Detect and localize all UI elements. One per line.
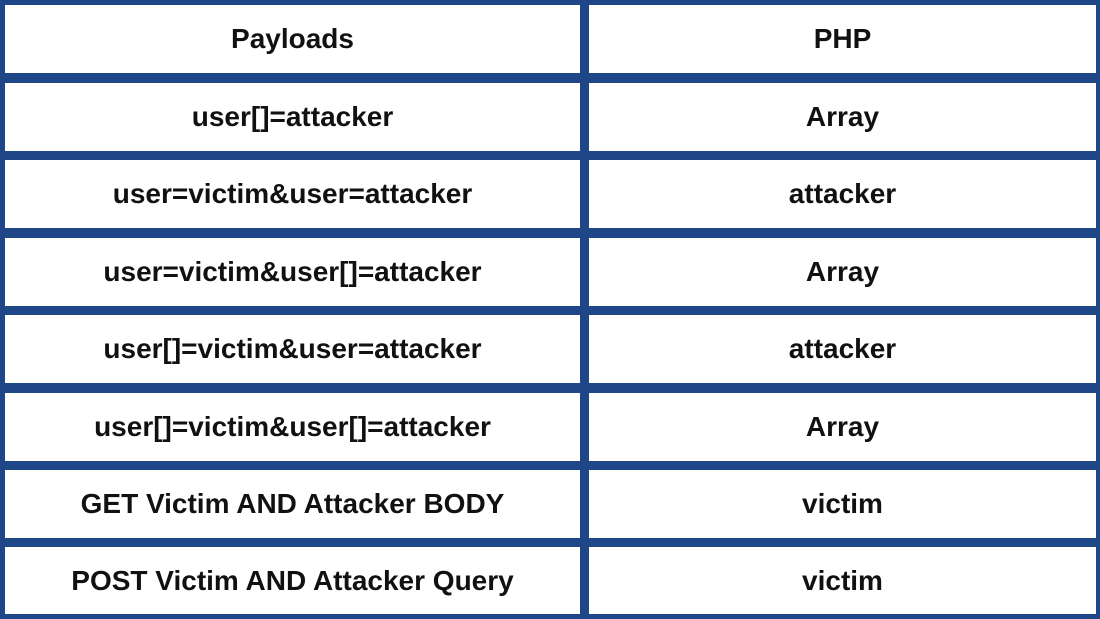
php-result-cell: Array [589,238,1096,306]
php-result-cell: Array [589,83,1096,151]
php-result-cell: attacker [589,160,1096,228]
table-row: user[]=attacker Array [0,83,1100,151]
column-header-payloads: Payloads [5,5,580,73]
table-row: user=victim&user[]=attacker Array [0,238,1100,306]
table-row: POST Victim AND Attacker Query victim [0,547,1100,614]
payload-cell: POST Victim AND Attacker Query [5,547,580,614]
payload-cell: user=victim&user=attacker [5,160,580,228]
payload-cell: user=victim&user[]=attacker [5,238,580,306]
php-result-cell: victim [589,547,1096,614]
payload-cell: user[]=victim&user=attacker [5,315,580,383]
payload-cell: GET Victim AND Attacker BODY [5,470,580,538]
column-header-php: PHP [589,5,1096,73]
payload-cell: user[]=victim&user[]=attacker [5,393,580,461]
php-result-cell: victim [589,470,1096,538]
php-result-cell: attacker [589,315,1096,383]
php-result-cell: Array [589,393,1096,461]
payload-table: Payloads PHP user[]=attacker Array user=… [0,0,1100,619]
table-row: GET Victim AND Attacker BODY victim [0,470,1100,538]
table-row: user=victim&user=attacker attacker [0,160,1100,228]
payload-cell: user[]=attacker [5,83,580,151]
table-header-row: Payloads PHP [0,5,1100,73]
table-row: user[]=victim&user=attacker attacker [0,315,1100,383]
table-row: user[]=victim&user[]=attacker Array [0,393,1100,461]
